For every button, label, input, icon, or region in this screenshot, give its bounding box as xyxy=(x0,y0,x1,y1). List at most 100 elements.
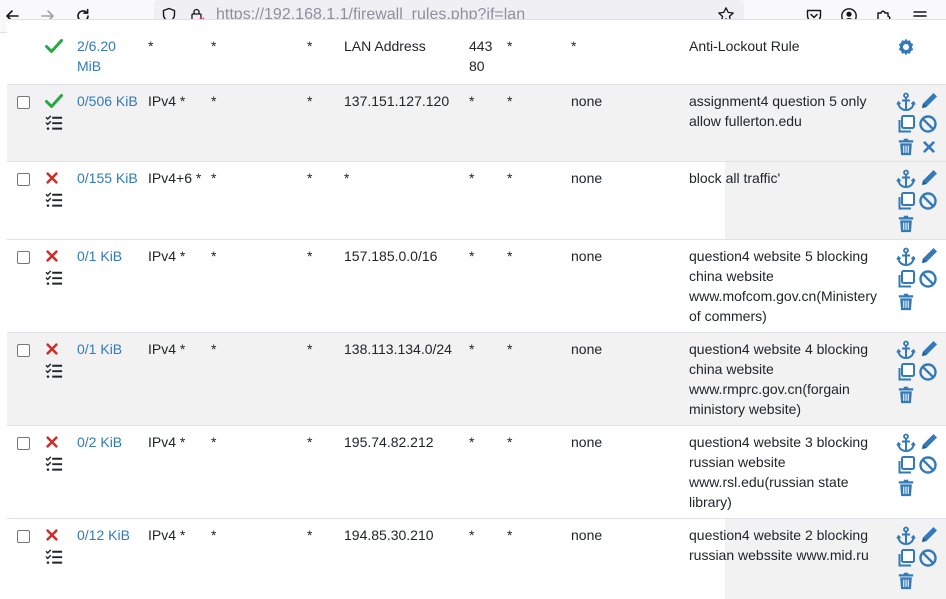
queue-cell: none xyxy=(571,341,603,357)
description-cell: question4 website 4 blocking china websi… xyxy=(689,341,869,417)
source-port-cell: * xyxy=(307,527,313,543)
source-port-cell: * xyxy=(307,341,313,357)
trash-icon[interactable] xyxy=(897,214,915,234)
gateway-cell: * xyxy=(507,93,513,109)
rule-row[interactable]: 0/1 KiB IPv4 * * * 138.113.134.0/24 * * none que… xyxy=(7,332,946,426)
rule-select-checkbox[interactable] xyxy=(17,344,30,357)
anchor-icon[interactable] xyxy=(896,247,916,267)
destination-port-cell: * xyxy=(469,248,475,264)
source-cell: * xyxy=(211,248,217,264)
states-link[interactable]: 0/1 KiB xyxy=(77,246,143,266)
anchor-icon[interactable] xyxy=(896,92,916,112)
gateway-cell: * xyxy=(507,434,513,450)
gateway-cell: * xyxy=(507,170,513,186)
disable-icon[interactable] xyxy=(918,548,938,568)
block-x-icon[interactable] xyxy=(45,528,59,542)
source-port-cell: * xyxy=(307,38,313,54)
destination-port-cell: * xyxy=(469,170,475,186)
pass-check-icon[interactable] xyxy=(44,36,64,56)
disable-icon[interactable] xyxy=(918,362,938,382)
block-x-icon[interactable] xyxy=(45,249,59,263)
source-cell: * xyxy=(211,527,217,543)
destination-port-cell: 443 80 xyxy=(469,38,493,74)
trash-icon[interactable] xyxy=(897,292,915,312)
protocol-cell: IPv4+6 * xyxy=(148,170,202,186)
rule-row[interactable]: 0/2 KiB IPv4 * * * 195.74.82.212 * * none questi… xyxy=(7,425,946,519)
rule-select-checkbox[interactable] xyxy=(17,96,30,109)
destination-cell: 194.85.30.210 xyxy=(344,527,434,543)
rule-row[interactable]: 0/155 KiB IPv4+6 * * * * * * none block all traf… xyxy=(7,161,946,240)
pencil-icon[interactable] xyxy=(919,168,939,188)
rule-select-checkbox[interactable] xyxy=(17,437,30,450)
source-port-cell: * xyxy=(307,93,313,109)
rule-select-checkbox[interactable] xyxy=(17,530,30,543)
destination-port-cell: * xyxy=(469,527,475,543)
copy-icon[interactable] xyxy=(896,191,916,211)
states-link[interactable]: 0/506 KiB xyxy=(77,91,143,111)
close-icon[interactable] xyxy=(922,140,936,154)
rule-row[interactable]: 2/6.20 MiB * * * LAN Address 443 80 * * Anti-Loc… xyxy=(7,19,946,84)
disable-icon[interactable] xyxy=(918,269,938,289)
copy-icon[interactable] xyxy=(896,269,916,289)
log-list-icon xyxy=(45,548,63,566)
copy-icon[interactable] xyxy=(896,362,916,382)
states-link[interactable]: 0/2 KiB xyxy=(77,432,143,452)
rule-row[interactable]: 0/506 KiB IPv4 * * * 137.151.127.120 * * none as… xyxy=(7,84,946,162)
states-link[interactable]: 0/1 KiB xyxy=(77,339,143,359)
disable-icon[interactable] xyxy=(918,455,938,475)
copy-icon[interactable] xyxy=(896,114,916,134)
pencil-icon[interactable] xyxy=(919,432,939,452)
block-x-icon[interactable] xyxy=(45,435,59,449)
trash-icon[interactable] xyxy=(897,478,915,498)
description-cell: question4 website 5 blocking china websi… xyxy=(689,248,878,324)
pencil-icon[interactable] xyxy=(919,525,939,545)
trash-icon[interactable] xyxy=(897,571,915,591)
states-link[interactable]: 2/6.20 MiB xyxy=(77,36,143,76)
protocol-cell: IPv4 * xyxy=(148,93,186,109)
pencil-icon[interactable] xyxy=(919,91,939,111)
source-port-cell: * xyxy=(307,170,313,186)
destination-port-cell: * xyxy=(469,341,475,357)
states-link[interactable]: 0/12 KiB xyxy=(77,525,143,545)
source-cell: * xyxy=(211,38,217,54)
disable-icon[interactable] xyxy=(918,114,938,134)
pass-check-icon[interactable] xyxy=(44,91,64,111)
trash-icon[interactable] xyxy=(897,137,915,157)
source-cell: * xyxy=(211,93,217,109)
destination-port-cell: * xyxy=(469,93,475,109)
anchor-icon[interactable] xyxy=(896,169,916,189)
queue-cell: none xyxy=(571,248,603,264)
block-x-icon[interactable] xyxy=(45,171,59,185)
queue-cell: none xyxy=(571,434,603,450)
protocol-cell: IPv4 * xyxy=(148,248,186,264)
source-port-cell: * xyxy=(307,434,313,450)
anchor-icon[interactable] xyxy=(896,526,916,546)
protocol-cell: IPv4 * xyxy=(148,341,186,357)
trash-icon[interactable] xyxy=(897,385,915,405)
pencil-icon[interactable] xyxy=(919,339,939,359)
destination-port-cell: * xyxy=(469,434,475,450)
log-list-icon xyxy=(45,191,63,209)
description-cell: assignment4 question 5 only allow fuller… xyxy=(689,93,867,129)
rule-row[interactable]: 0/12 KiB IPv4 * * * 194.85.30.210 * * none quest… xyxy=(7,518,946,599)
description-cell: Anti-Lockout Rule xyxy=(689,38,800,54)
rule-select-checkbox[interactable] xyxy=(17,173,30,186)
anchor-icon[interactable] xyxy=(896,433,916,453)
rule-select-checkbox[interactable] xyxy=(17,251,30,264)
copy-icon[interactable] xyxy=(896,548,916,568)
description-cell: block all traffic' xyxy=(689,170,781,186)
queue-cell: none xyxy=(571,93,603,109)
queue-cell: * xyxy=(571,38,577,54)
copy-icon[interactable] xyxy=(896,455,916,475)
gear-icon[interactable] xyxy=(896,37,916,57)
states-link[interactable]: 0/155 KiB xyxy=(77,168,143,188)
protocol-cell: IPv4 * xyxy=(148,434,186,450)
gateway-cell: * xyxy=(507,527,513,543)
block-x-icon[interactable] xyxy=(45,342,59,356)
rule-row[interactable]: 0/1 KiB IPv4 * * * 157.185.0.0/16 * * none quest… xyxy=(7,239,946,333)
destination-cell: 195.74.82.212 xyxy=(344,434,434,450)
disable-icon[interactable] xyxy=(918,191,938,211)
source-cell: * xyxy=(211,341,217,357)
anchor-icon[interactable] xyxy=(896,340,916,360)
pencil-icon[interactable] xyxy=(919,246,939,266)
